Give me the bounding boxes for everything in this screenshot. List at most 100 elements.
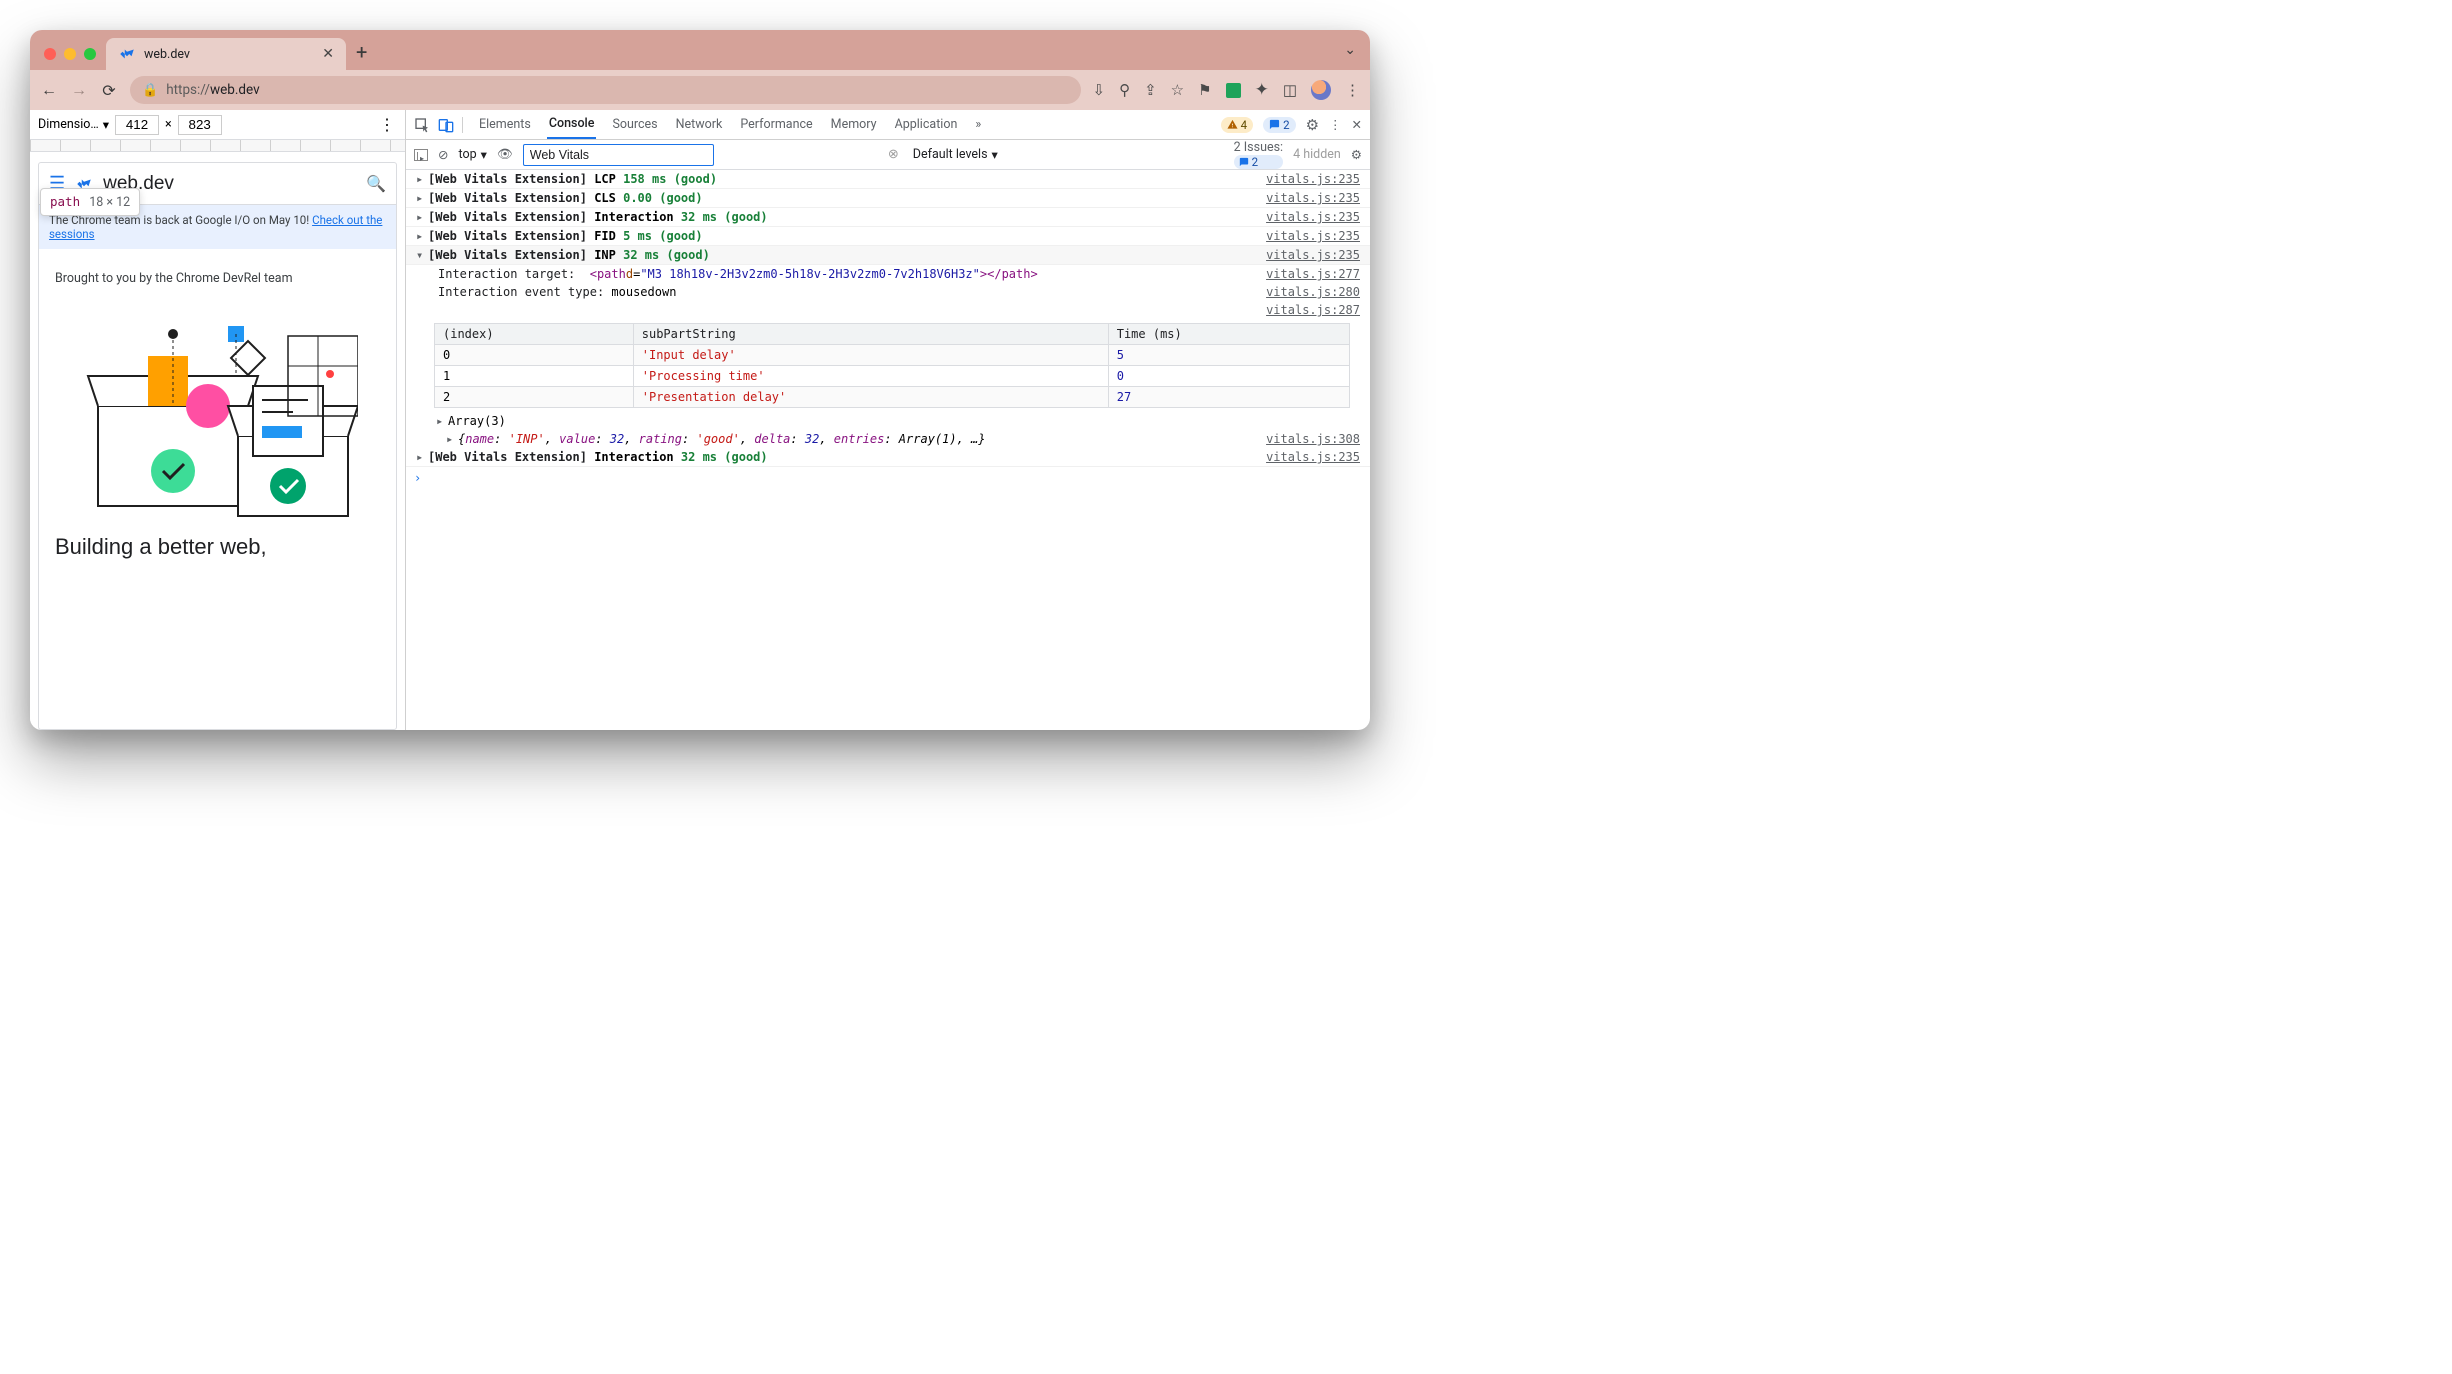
forward-button[interactable]: → [70,80,88,100]
address-bar: ← → ⟳ 🔒 https://web.dev ⇩ ⚲ ⇪ ☆ ⚑ ✦ ◫ ⋮ [30,70,1370,110]
live-expression-icon[interactable]: 👁 [497,147,513,162]
console-filter-input[interactable] [523,144,714,166]
console-subrow: vitals.js:287 [406,301,1370,319]
warnings-badge[interactable]: 4 [1221,117,1253,133]
console-row[interactable]: ▸ [Web Vitals Extension] LCP 158 ms (goo… [406,170,1370,189]
new-tab-button[interactable]: + [356,40,367,70]
collapse-icon[interactable]: ▾ [416,248,428,262]
console-row[interactable]: ▸ [Web Vitals Extension] FID 5 ms (good)… [406,227,1370,246]
extension-webvitals-icon[interactable] [1226,83,1241,98]
log-prefix: [Web Vitals Extension] [428,450,587,464]
table-header[interactable]: (index) [435,324,634,345]
download-icon[interactable]: ⇩ [1093,81,1106,99]
clear-console-icon[interactable]: ⊘ [438,147,448,163]
back-button[interactable]: ← [40,80,58,100]
log-levels-selector[interactable]: Default levels ▾ [913,147,998,163]
tab-memory[interactable]: Memory [829,111,879,138]
width-input[interactable] [115,115,159,135]
profile-avatar-icon[interactable] [1311,80,1331,100]
log-metric: FID [594,229,616,243]
share-icon[interactable]: ⇪ [1144,81,1157,99]
search-icon[interactable]: 🔍 [366,174,386,193]
tab-sources[interactable]: Sources [610,111,659,138]
tab-elements[interactable]: Elements [477,111,533,138]
tooltip-tag: path [50,194,80,209]
clear-filter-icon[interactable]: ⊗ [888,147,899,162]
console-sidebar-toggle-icon[interactable]: ▸ [414,149,428,161]
devtools-panel: Elements Console Sources Network Perform… [406,110,1370,730]
expand-icon[interactable]: ▸ [416,229,428,243]
issues-link[interactable]: 2 Issues: 2 [1234,140,1283,169]
tabs-dropdown-icon[interactable]: ⌄ [1344,42,1356,58]
site-favicon-icon [118,45,136,63]
log-location[interactable]: vitals.js:280 [1246,285,1360,299]
device-select[interactable]: Dimensio… ▾ [38,117,109,133]
reload-button[interactable]: ⟳ [100,81,118,100]
console-subrow[interactable]: ▸Array(3) [406,412,1370,430]
log-value: 158 ms [623,172,666,186]
devtools-close-icon[interactable]: ✕ [1352,117,1362,133]
console-output: ▸ [Web Vitals Extension] LCP 158 ms (goo… [406,170,1370,730]
height-input[interactable] [178,115,222,135]
expand-icon[interactable]: ▸ [446,432,458,446]
log-location[interactable]: vitals.js:235 [1246,210,1360,224]
omnibox[interactable]: 🔒 https://web.dev [130,76,1081,104]
bookmark-icon[interactable]: ☆ [1171,81,1184,99]
tab-application[interactable]: Application [893,111,960,138]
maximize-window-icon[interactable] [84,48,96,60]
tab-console[interactable]: Console [547,110,597,139]
close-window-icon[interactable] [44,48,56,60]
log-location[interactable]: vitals.js:235 [1246,450,1360,464]
expand-icon[interactable]: ▸ [416,210,428,224]
context-selector[interactable]: top ▾ [458,147,486,163]
log-location[interactable]: vitals.js:235 [1246,172,1360,186]
expand-icon[interactable]: ▸ [436,414,448,428]
tabs-overflow[interactable]: » [973,111,983,138]
console-row[interactable]: ▸ [Web Vitals Extension] Interaction 32 … [406,208,1370,227]
browser-window: web.dev ✕ + ⌄ ← → ⟳ 🔒 https://web.dev ⇩ … [30,30,1370,730]
device-more-icon[interactable]: ⋮ [379,115,395,134]
log-prefix: [Web Vitals Extension] [428,172,587,186]
log-location[interactable]: vitals.js:277 [1246,267,1360,281]
array-summary: Array(3) [448,414,506,428]
console-settings-icon[interactable]: ⚙ [1351,147,1362,163]
settings-icon[interactable]: ⚙ [1306,116,1319,134]
console-row[interactable]: ▸ [Web Vitals Extension] Interaction 32 … [406,448,1370,467]
element-tooltip: path 18 × 12 [40,188,140,216]
devtools-menu-icon[interactable]: ⋮ [1329,117,1342,133]
zoom-icon[interactable]: ⚲ [1119,81,1130,99]
table-header[interactable]: Time (ms) [1108,324,1349,345]
tab-performance[interactable]: Performance [738,111,814,138]
table-row: 2'Presentation delay'27 [435,387,1350,408]
log-location[interactable]: vitals.js:235 [1246,229,1360,243]
console-row[interactable]: ▸ [Web Vitals Extension] CLS 0.00 (good)… [406,189,1370,208]
hidden-messages[interactable]: 4 hidden [1293,147,1341,162]
inspect-icon[interactable] [414,117,430,133]
device-toggle-icon[interactable] [438,117,454,133]
log-location[interactable]: vitals.js:235 [1246,248,1360,262]
minimize-window-icon[interactable] [64,48,76,60]
menu-icon[interactable]: ⋮ [1345,81,1360,99]
expand-icon[interactable]: ▸ [416,172,428,186]
browser-tab[interactable]: web.dev ✕ [106,38,346,70]
flag-icon[interactable]: ⚑ [1198,81,1211,99]
expand-icon[interactable]: ▸ [416,450,428,464]
table-row: 0'Input delay'5 [435,345,1350,366]
expand-icon[interactable]: ▸ [416,191,428,205]
tab-close-icon[interactable]: ✕ [322,46,334,62]
extensions-icon[interactable]: ✦ [1255,80,1269,100]
tab-network[interactable]: Network [674,111,725,138]
log-location[interactable]: vitals.js:308 [1246,432,1360,446]
console-prompt[interactable]: › [406,467,1370,489]
tab-title: web.dev [144,47,314,62]
log-location[interactable]: vitals.js:287 [1246,303,1360,317]
sidepanel-icon[interactable]: ◫ [1283,81,1297,99]
console-subrow[interactable]: ▸ {name: 'INP', value: 32, rating: 'good… [406,430,1370,448]
table-header[interactable]: subPartString [633,324,1108,345]
messages-badge[interactable]: 2 [1263,117,1295,133]
url-protocol: https:// [166,82,210,98]
console-row[interactable]: ▾ [Web Vitals Extension] INP 32 ms (good… [406,246,1370,265]
hero-headline: Building a better web, [55,534,380,560]
log-prefix: [Web Vitals Extension] [428,248,587,262]
log-location[interactable]: vitals.js:235 [1246,191,1360,205]
